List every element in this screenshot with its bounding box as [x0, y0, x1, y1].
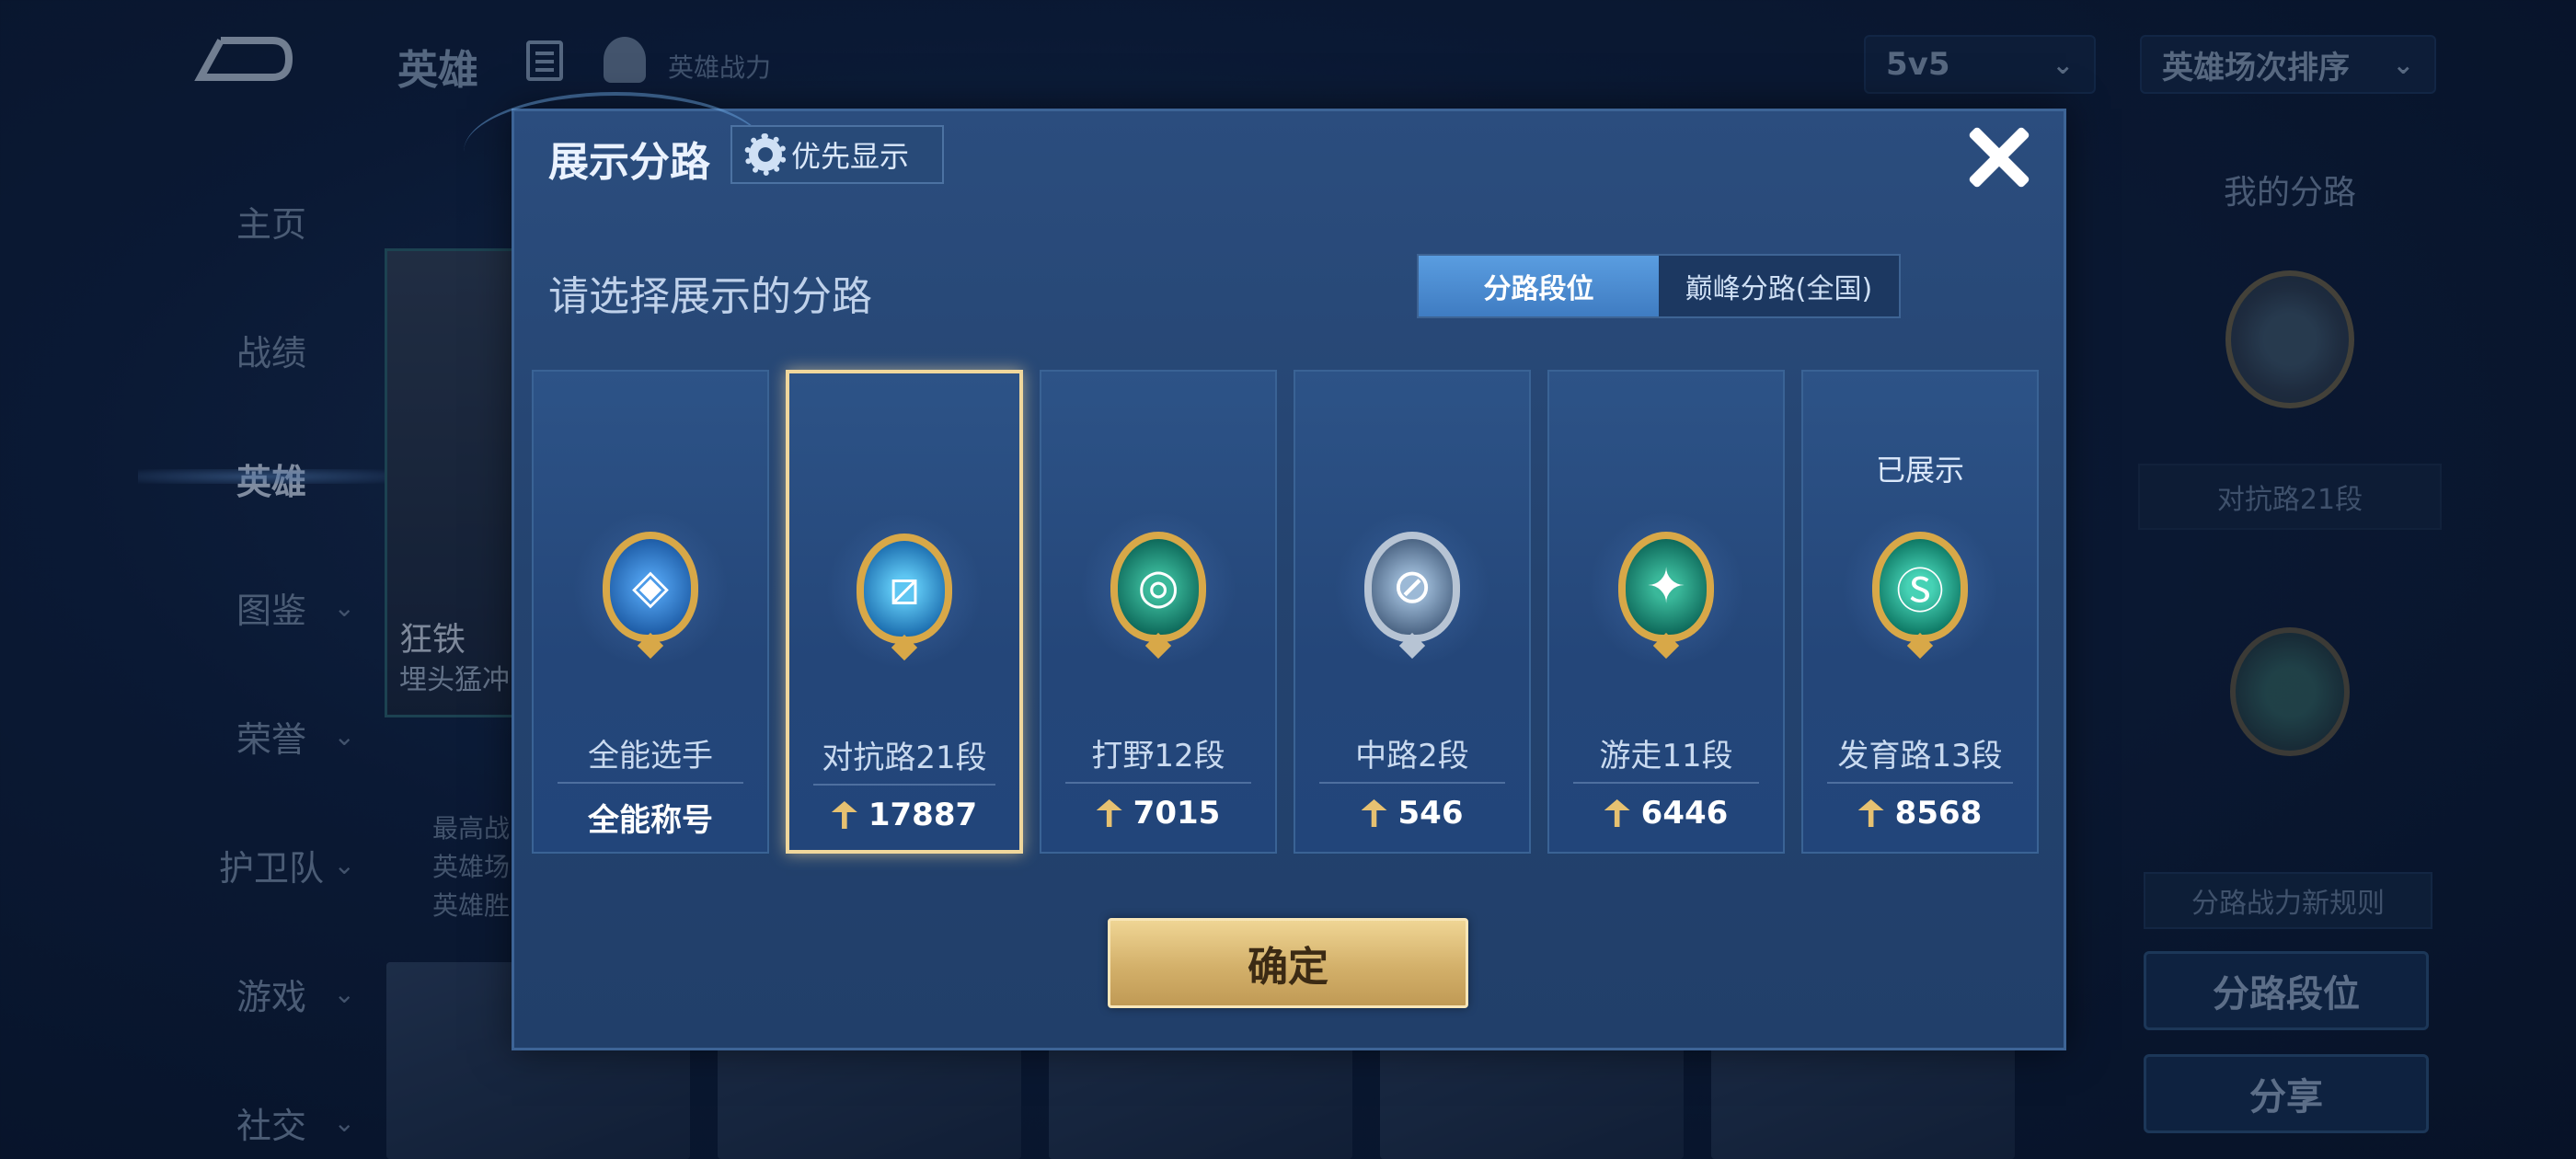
priority-display-button[interactable]: 优先显示: [730, 125, 944, 184]
card-divider: [1319, 782, 1505, 784]
lane-score-value: 全能称号: [588, 802, 713, 839]
card-divider: [813, 784, 995, 786]
lane-name: 中路2段: [1355, 738, 1469, 775]
power-icon: [1857, 799, 1884, 827]
mid-lane-emblem-icon: ⊘: [1364, 532, 1460, 642]
lane-card[interactable]: ◎ 打野12段 7015: [1040, 370, 1277, 854]
lane-score: 546: [1295, 795, 1529, 832]
lane-type-tabs: 分路段位 巅峰分路(全国): [1417, 254, 1901, 318]
lane-name: 游走11段: [1599, 738, 1733, 775]
lane-name: 发育路13段: [1837, 738, 2003, 775]
farm-lane-emblem-icon: Ⓢ: [1872, 532, 1968, 642]
all-round-emblem-icon: ◈: [603, 532, 698, 642]
lane-name: 对抗路21段: [822, 740, 987, 776]
lane-card[interactable]: ◈ 全能选手全能称号: [532, 370, 769, 854]
lane-name: 打野12段: [1091, 738, 1225, 775]
jungle-emblem-icon: ◎: [1110, 532, 1206, 642]
lane-score: 7015: [1041, 795, 1275, 832]
lane-score-value: 546: [1397, 795, 1464, 832]
priority-display-label: 优先显示: [791, 139, 910, 174]
lane-card[interactable]: 已展示 Ⓢ 发育路13段 8568: [1801, 370, 2039, 854]
tab-peak-lane[interactable]: 巅峰分路(全国): [1659, 256, 1899, 316]
confirm-button[interactable]: 确定: [1108, 918, 1468, 1008]
close-icon[interactable]: [1965, 123, 2031, 189]
power-icon: [1096, 799, 1122, 827]
card-divider: [1827, 782, 2013, 784]
displayed-badge: 已展示: [1875, 453, 1964, 488]
lane-name: 全能选手: [588, 738, 713, 775]
lane-score-value: 8568: [1894, 795, 1983, 832]
lane-score-value: 7015: [1133, 795, 1221, 832]
card-divider: [1065, 782, 1251, 784]
lane-score: 全能称号: [534, 795, 767, 840]
lane-score: 8568: [1803, 795, 2037, 832]
tab-lane-rank[interactable]: 分路段位: [1419, 256, 1659, 316]
dialog-subtitle: 请选择展示的分路: [548, 273, 872, 320]
lane-score: 17887: [789, 797, 1019, 833]
lane-card[interactable]: ✦ 游走11段 6446: [1547, 370, 1785, 854]
gear-icon: [744, 133, 787, 176]
roam-emblem-icon: ✦: [1618, 532, 1714, 642]
lane-score: 6446: [1549, 795, 1783, 832]
card-divider: [558, 782, 743, 784]
lane-card-list: ◈ 全能选手全能称号 ⧄ 对抗路21段 17887 ◎ 打野12段 7015 ⊘ 中路2段 546 ✦…: [532, 370, 2039, 854]
power-icon: [831, 801, 857, 829]
clash-lane-emblem-icon: ⧄: [857, 534, 952, 644]
emblem-glow: ◎: [1080, 511, 1236, 668]
card-divider: [1573, 782, 1759, 784]
lane-card[interactable]: ⊘ 中路2段 546: [1294, 370, 1531, 854]
lane-card[interactable]: ⧄ 对抗路21段 17887: [786, 370, 1023, 854]
lane-score-value: 6446: [1640, 795, 1729, 832]
emblem-glow: Ⓢ: [1842, 511, 1998, 668]
dialog-title: 展示分路: [548, 139, 710, 186]
emblem-glow: ⊘: [1334, 511, 1490, 668]
emblem-glow: ⧄: [826, 513, 983, 670]
emblem-glow: ◈: [572, 511, 729, 668]
power-icon: [1604, 799, 1630, 827]
power-icon: [1361, 799, 1387, 827]
lane-score-value: 17887: [868, 797, 978, 833]
emblem-glow: ✦: [1588, 511, 1744, 668]
